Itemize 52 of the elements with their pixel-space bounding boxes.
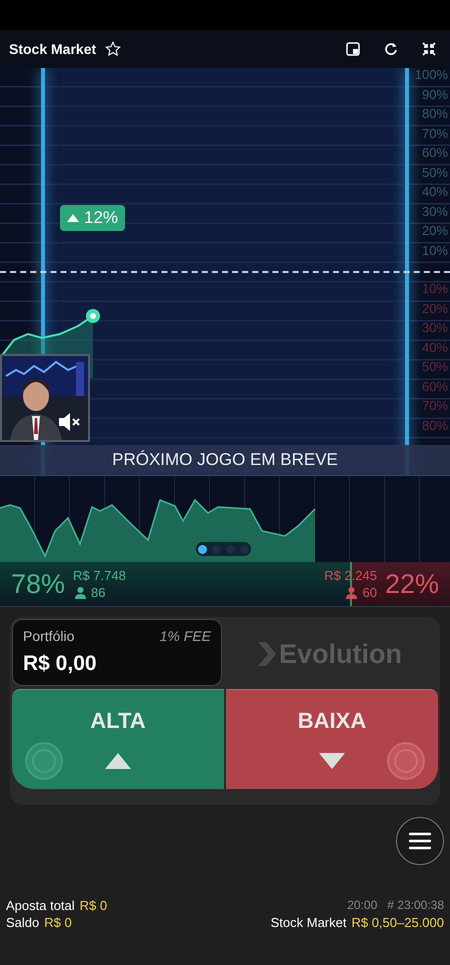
- clock-time: 20:00: [347, 897, 378, 914]
- status-message: PRÓXIMO JOGO EM BREVE: [112, 449, 338, 472]
- logo-icon: [258, 642, 276, 666]
- scale-label: 30%: [422, 202, 448, 220]
- scale-label: 50%: [422, 164, 448, 182]
- picture-in-picture-icon[interactable]: [346, 42, 360, 56]
- up-triangle-icon: [67, 214, 79, 222]
- total-bet-value: R$ 0: [80, 897, 108, 914]
- chip-icon: [24, 741, 64, 781]
- balance-label: Saldo: [6, 914, 40, 931]
- round-id: # 23:00:38: [387, 897, 444, 914]
- down-bet-button[interactable]: BAIXA: [226, 689, 438, 789]
- up-amount: R$ 7.748: [73, 567, 126, 584]
- scale-label: 30%: [422, 319, 448, 337]
- scale-label: 10%: [422, 242, 448, 260]
- bet-limits: R$ 0,50–25.000: [351, 914, 444, 931]
- table-name: Stock Market: [270, 914, 346, 931]
- total-bet-label: Aposta total: [6, 897, 75, 914]
- collapse-icon[interactable]: [422, 42, 436, 56]
- reload-icon[interactable]: [384, 42, 398, 56]
- scale-label: 80%: [422, 416, 448, 434]
- scale-label: 70%: [422, 397, 448, 415]
- menu-icon: [409, 832, 431, 850]
- scale-label: 40%: [422, 338, 448, 356]
- up-percent: 78%: [11, 568, 66, 601]
- fee-label: 1% FEE: [160, 627, 211, 646]
- scale-label: 20%: [422, 300, 448, 318]
- scale-label: 50%: [422, 358, 448, 376]
- scale-label: 20%: [422, 222, 448, 240]
- up-player-count: 86: [91, 584, 106, 601]
- chip-icon: [386, 741, 426, 781]
- scale-label: 70%: [422, 124, 448, 142]
- balance-value: R$ 0: [44, 914, 72, 931]
- star-icon[interactable]: [105, 41, 122, 57]
- portfolio-value: R$ 0,00: [23, 651, 98, 677]
- menu-button[interactable]: [396, 817, 444, 865]
- change-percent: 12%: [84, 207, 118, 230]
- portfolio-label: Portfólio: [23, 627, 74, 646]
- player-icon: [346, 586, 358, 598]
- down-player-count: 60: [362, 584, 377, 601]
- scale-label: 100%: [414, 68, 448, 84]
- scale-label: 10%: [422, 280, 448, 298]
- down-percent: 22%: [384, 568, 439, 601]
- scale-label: 60%: [422, 378, 448, 396]
- player-icon: [75, 586, 86, 598]
- window-title: Stock Market: [9, 40, 96, 58]
- scale-label: 60%: [422, 144, 448, 162]
- scale-label: 40%: [422, 183, 448, 201]
- mute-icon[interactable]: [58, 412, 82, 432]
- up-bet-button[interactable]: ALTA: [12, 689, 224, 789]
- scale-label: 80%: [422, 105, 448, 123]
- scale-label: 90%: [422, 86, 448, 104]
